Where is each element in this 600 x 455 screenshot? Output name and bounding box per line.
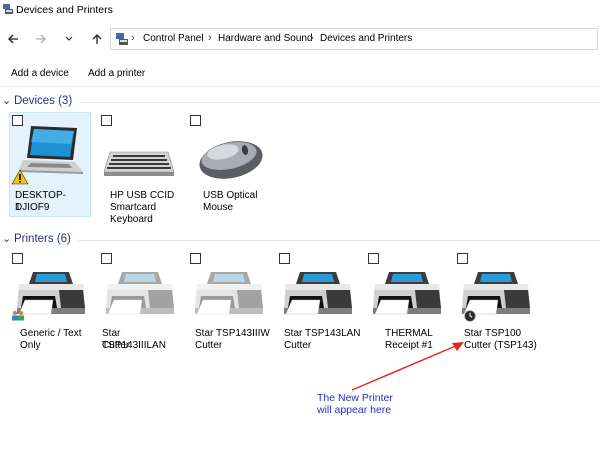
group-divider (80, 102, 600, 103)
printer-label-line1: Generic / Text (20, 328, 82, 339)
back-arrow-icon (8, 34, 18, 44)
devices-printers-app-icon (3, 4, 13, 14)
add-printer-button[interactable]: Add a printer (88, 68, 145, 79)
printer-icon (193, 268, 265, 318)
device-label-line1: DESKTOP-DJIOF9 (15, 190, 66, 213)
forward-arrow-icon (36, 34, 46, 44)
annotation-note: The New Printer will appear here (317, 392, 393, 416)
printer-label-line2: Cutter (284, 340, 312, 351)
printer-label-line2: Cutter (102, 340, 130, 351)
device-label-line1: USB Optical (203, 190, 258, 201)
shared-users-icon (12, 310, 24, 321)
mouse-icon (199, 141, 263, 179)
printer-icon (104, 268, 176, 318)
title-bar: Devices and Printers (0, 0, 600, 20)
collapse-chevron-icon[interactable]: ⌄ (2, 94, 11, 107)
chevron-down-icon (65, 36, 73, 41)
printers-group-title: Printers (6) (14, 233, 71, 245)
up-button[interactable] (88, 30, 106, 48)
breadcrumb-separator-icon: › (310, 32, 314, 44)
devices-group-title: Devices (3) (14, 95, 73, 107)
printer-checkbox[interactable] (12, 253, 23, 264)
printers-group-header[interactable]: ⌄ Printers (6) (0, 233, 600, 247)
device-label-line2: 1 (15, 202, 21, 213)
printer-label-line1: Star TSP143IIIW (195, 328, 270, 339)
devices-group-header[interactable]: ⌄ Devices (3) (0, 95, 600, 109)
back-button[interactable] (4, 30, 22, 48)
navigation-bar: › Control Panel › Hardware and Sound › D… (0, 26, 600, 52)
forward-button[interactable] (32, 30, 50, 48)
keyboard-icon (104, 151, 175, 176)
annotation-line2: will appear here (317, 404, 392, 416)
device-label-line2: Mouse (203, 202, 234, 213)
group-divider (78, 240, 600, 241)
device-label-line1: HP USB CCID (110, 190, 175, 201)
printer-icon (282, 268, 354, 318)
command-bar: Add a device Add a printer (0, 58, 600, 87)
add-device-button[interactable]: Add a device (11, 68, 69, 79)
breadcrumb-separator-icon: › (131, 32, 135, 44)
printer-item-generic-text[interactable]: Generic / Text Only (9, 250, 94, 351)
address-bar[interactable]: › Control Panel › Hardware and Sound › D… (110, 28, 598, 50)
device-checkbox[interactable] (101, 115, 112, 126)
printer-item-star-tsp143iiilan[interactable]: Star TSP143IIILAN Cutter (98, 250, 183, 351)
annotation-line1: The New Printer (317, 392, 393, 404)
recent-locations-button[interactable] (60, 30, 78, 48)
device-label-line2: Smartcard (110, 202, 157, 213)
breadcrumb-hardware-and-sound[interactable]: Hardware and Sound (218, 33, 313, 44)
printer-icon (371, 268, 443, 318)
device-label-line3: Keyboard (110, 214, 153, 225)
printer-checkbox[interactable] (279, 253, 290, 264)
breadcrumb-separator-icon: › (208, 32, 212, 44)
breadcrumb-devices-and-printers[interactable]: Devices and Printers (320, 33, 412, 44)
printer-label-line2: Only (20, 340, 41, 351)
device-checkbox[interactable] (190, 115, 201, 126)
printer-checkbox[interactable] (101, 253, 112, 264)
up-arrow-icon (92, 34, 102, 44)
annotation-arrow (351, 342, 464, 391)
device-item-mouse[interactable]: USB Optical Mouse (187, 112, 272, 213)
printer-checkbox[interactable] (368, 253, 379, 264)
warning-icon (11, 169, 29, 185)
printer-checkbox[interactable] (190, 253, 201, 264)
device-item-keyboard[interactable]: HP USB CCID Smartcard Keyboard (98, 112, 183, 225)
printer-checkbox[interactable] (457, 253, 468, 264)
device-item-desktop[interactable]: DESKTOP-DJIOF9 1 (9, 112, 89, 215)
control-panel-icon (116, 33, 128, 45)
printer-item-star-tsp143iiiw[interactable]: Star TSP143IIIW Cutter (187, 250, 272, 351)
breadcrumb-control-panel[interactable]: Control Panel (143, 33, 204, 44)
printer-icon (15, 268, 87, 318)
printer-label-line2: Cutter (195, 340, 223, 351)
clock-icon (464, 310, 476, 322)
window-title: Devices and Printers (16, 4, 113, 16)
collapse-chevron-icon[interactable]: ⌄ (2, 232, 11, 245)
